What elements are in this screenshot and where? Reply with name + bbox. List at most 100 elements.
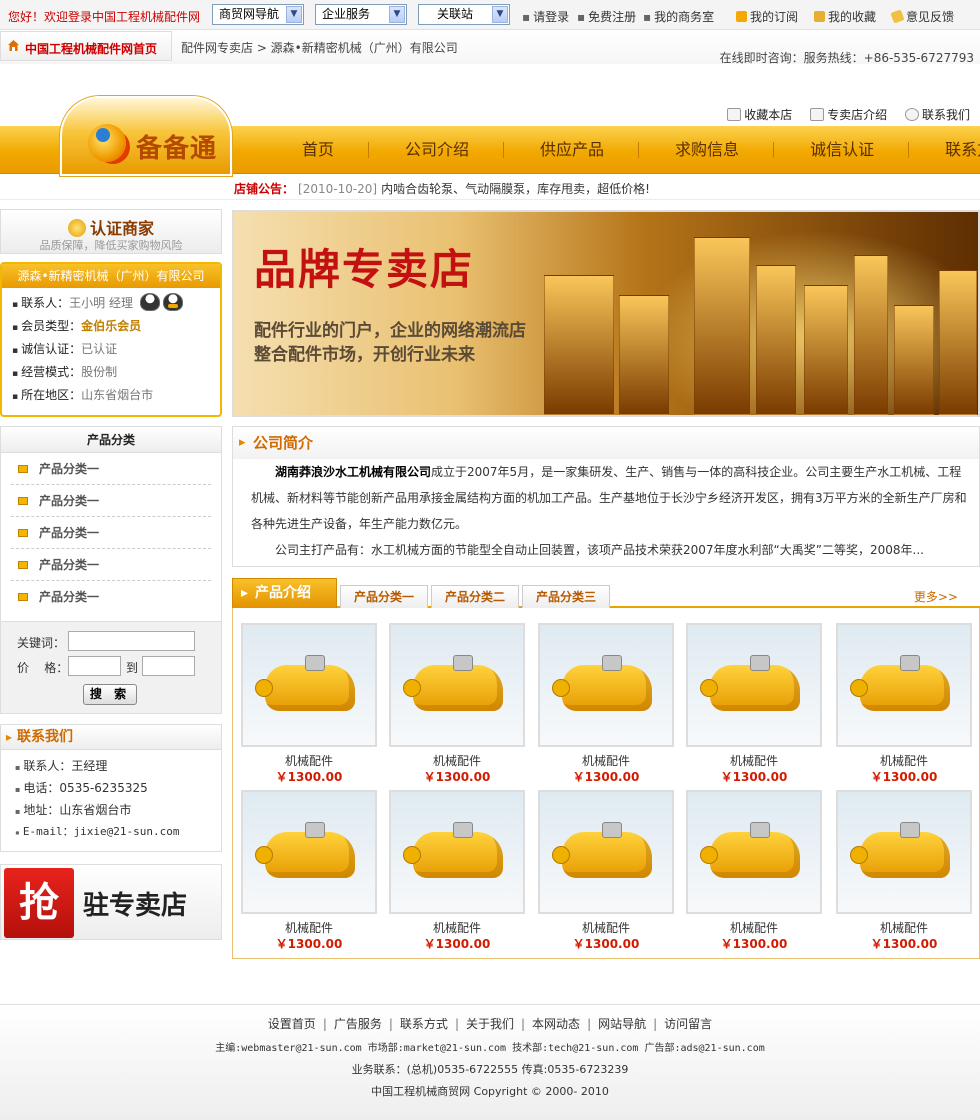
water-pump-image <box>403 655 503 711</box>
nav-contact[interactable]: 联系方式 <box>909 142 980 158</box>
footer-links: 设置首页 | 广告服务 | 联系方式 | 关于我们 | 本网动态 | 网站导航 | 访问留言 <box>0 1015 980 1032</box>
product-name[interactable]: 机械配件 <box>836 752 972 769</box>
favorites-link[interactable]: 我的收藏 <box>814 8 876 25</box>
category-label: 产品分类一 <box>39 494 100 508</box>
category-item[interactable]: 产品分类一 <box>11 485 211 517</box>
product-card[interactable]: 机械配件 ￥1300.00 <box>836 623 972 784</box>
water-pump-image <box>700 655 800 711</box>
water-pump-image <box>255 822 355 878</box>
logo[interactable]: 备备通 <box>60 96 232 176</box>
tab-category-3[interactable]: 产品分类三 <box>522 585 610 608</box>
product-card[interactable]: 机械配件 ￥1300.00 <box>538 623 674 784</box>
price-to-label: 到 <box>126 661 139 675</box>
more-link[interactable]: 更多>> <box>914 588 958 605</box>
enterprise-service-select[interactable]: 企业服务 ▼ <box>315 4 407 25</box>
product-image[interactable] <box>686 623 822 747</box>
login-link[interactable]: ▪ 请登录 <box>522 8 569 25</box>
bookmark-shop-link[interactable]: 收藏本店 <box>727 108 792 122</box>
keyword-input[interactable] <box>68 631 195 651</box>
product-name[interactable]: 机械配件 <box>389 752 525 769</box>
trade-nav-select[interactable]: 商贸网导航 ▼ <box>212 4 304 25</box>
product-image[interactable] <box>241 623 377 747</box>
product-image[interactable] <box>389 790 525 914</box>
phone-icon <box>904 108 919 121</box>
contact-email[interactable]: E-mail：jixie@21-sun.com <box>1 821 221 843</box>
tab-category-1[interactable]: 产品分类一 <box>340 585 428 608</box>
certified-merchant-box: 认证商家 品质保障，降低买家购物风险 <box>0 209 222 254</box>
product-card[interactable]: 机械配件 ￥1300.00 <box>686 790 822 951</box>
product-card[interactable]: 机械配件 ￥1300.00 <box>241 790 377 951</box>
intro-paragraph-2: 公司主打产品有：水工机械方面的节能型全自动止回装置，该项产品技术荣获2007年度… <box>275 543 924 557</box>
product-name[interactable]: 机械配件 <box>538 752 674 769</box>
join-store-ad[interactable]: 抢 驻专卖店 <box>0 864 222 940</box>
footer-link-sitemap[interactable]: 网站导航 <box>591 1017 653 1031</box>
product-image[interactable] <box>538 790 674 914</box>
chevron-down-icon: ▼ <box>492 6 508 23</box>
banner-building <box>694 237 750 415</box>
business-mode-row: 经营模式：股份制 <box>2 361 220 384</box>
product-price: ￥1300.00 <box>572 770 640 784</box>
nav-purchase-info[interactable]: 求购信息 <box>639 142 775 158</box>
nav-credit-cert[interactable]: 诚信认证 <box>774 142 910 158</box>
product-image[interactable] <box>241 790 377 914</box>
folder-icon <box>18 529 28 537</box>
home-link[interactable]: 中国工程机械配件网首页 <box>0 31 172 61</box>
subscribe-link[interactable]: 我的订阅 <box>736 8 798 25</box>
product-price: ￥1300.00 <box>870 937 938 951</box>
price-max-input[interactable] <box>142 656 195 676</box>
nav-supply-products[interactable]: 供应产品 <box>504 142 640 158</box>
product-card[interactable]: 机械配件 ￥1300.00 <box>686 623 822 784</box>
search-button[interactable]: 搜 索 <box>83 684 137 705</box>
product-name[interactable]: 机械配件 <box>538 919 674 936</box>
trade-nav-select-value: 商贸网导航 <box>219 7 280 21</box>
category-item[interactable]: 产品分类一 <box>11 453 211 485</box>
price-min-input[interactable] <box>68 656 121 676</box>
footer-link-set-home[interactable]: 设置首页 <box>261 1017 323 1031</box>
notice-text[interactable]: 内啮合齿轮泵、气动隔膜泵，库存甩卖，超低价格! <box>381 182 650 196</box>
qq-chat-icon[interactable] <box>162 293 183 311</box>
product-name[interactable]: 机械配件 <box>241 919 377 936</box>
product-card[interactable]: 机械配件 ￥1300.00 <box>538 790 674 951</box>
nav-company-intro[interactable]: 公司介绍 <box>369 142 505 158</box>
category-item[interactable]: 产品分类一 <box>11 517 211 549</box>
info-value: 王小明 经理 <box>69 296 133 310</box>
product-card[interactable]: 机械配件 ￥1300.00 <box>241 623 377 784</box>
product-price: ￥1300.00 <box>720 937 788 951</box>
my-office-link[interactable]: ▪ 我的商务室 <box>643 8 714 25</box>
product-card[interactable]: 机械配件 ￥1300.00 <box>389 623 525 784</box>
product-name[interactable]: 机械配件 <box>241 752 377 769</box>
product-image[interactable] <box>836 623 972 747</box>
shop-notice: 店铺公告： [2010-10-20] 内啮合齿轮泵、气动隔膜泵，库存甩卖，超低价格! <box>234 180 650 197</box>
footer-link-news[interactable]: 本网动态 <box>525 1017 587 1031</box>
product-card[interactable]: 机械配件 ￥1300.00 <box>836 790 972 951</box>
product-card[interactable]: 机械配件 ￥1300.00 <box>389 790 525 951</box>
category-item[interactable]: 产品分类一 <box>11 549 211 581</box>
product-image[interactable] <box>538 623 674 747</box>
shop-intro-link[interactable]: 专卖店介绍 <box>810 108 887 122</box>
cert-title-row: 认证商家 <box>1 215 221 239</box>
product-name[interactable]: 机械配件 <box>836 919 972 936</box>
product-image[interactable] <box>686 790 822 914</box>
tab-category-2[interactable]: 产品分类二 <box>431 585 519 608</box>
category-item[interactable]: 产品分类一 <box>11 581 211 613</box>
ad-grab-char: 抢 <box>4 868 74 938</box>
region-row: 所在地区：山东省烟台市 <box>2 384 220 407</box>
water-pump-image <box>552 822 652 878</box>
nav-home[interactable]: 首页 <box>266 142 370 158</box>
footer-link-guestbook[interactable]: 访问留言 <box>657 1017 719 1031</box>
product-name[interactable]: 机械配件 <box>389 919 525 936</box>
qq-chat-icon[interactable] <box>139 293 160 311</box>
feedback-link[interactable]: 意见反馈 <box>890 8 954 25</box>
footer-link-contact[interactable]: 联系方式 <box>393 1017 455 1031</box>
contact-us-link[interactable]: 联系我们 <box>904 108 970 122</box>
product-image[interactable] <box>836 790 972 914</box>
product-name[interactable]: 机械配件 <box>686 919 822 936</box>
footer-link-ads[interactable]: 广告服务 <box>327 1017 389 1031</box>
category-label: 产品分类一 <box>39 590 100 604</box>
product-name[interactable]: 机械配件 <box>686 752 822 769</box>
related-site-select[interactable]: 关联站 ▼ <box>418 4 510 25</box>
register-link[interactable]: ▪ 免费注册 <box>577 8 636 25</box>
footer-link-about[interactable]: 关于我们 <box>459 1017 521 1031</box>
tab-product-intro[interactable]: 产品介绍 <box>232 578 337 608</box>
product-image[interactable] <box>389 623 525 747</box>
